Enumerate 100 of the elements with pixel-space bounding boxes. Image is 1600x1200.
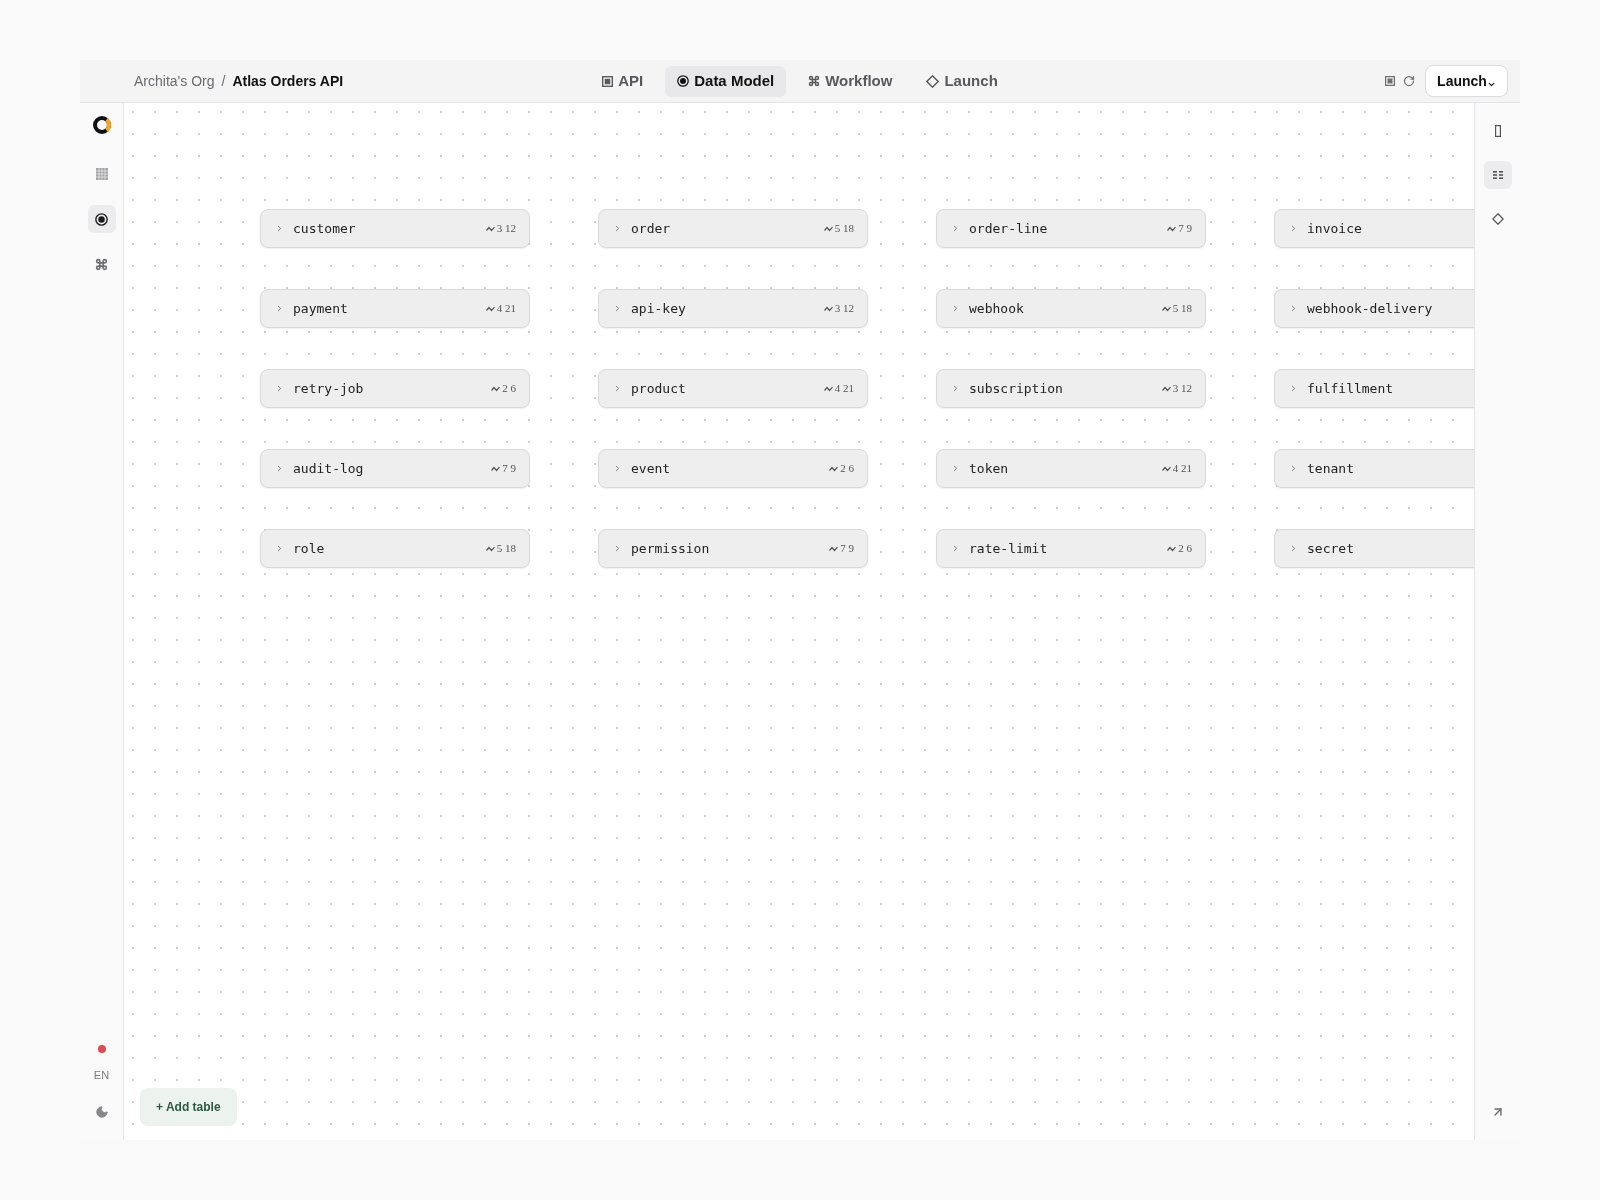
- table-name: audit-log: [293, 459, 364, 478]
- table-node[interactable]: webhook 5 18: [936, 289, 1206, 328]
- squiggle-icon: [823, 305, 833, 312]
- table-name: token: [969, 459, 1009, 478]
- moon-icon[interactable]: [94, 1105, 109, 1119]
- dash-grid-icon: [1492, 171, 1503, 179]
- table-name: order: [631, 219, 671, 238]
- relation-count: 3 12: [496, 221, 516, 237]
- relation-count: 2 6: [840, 461, 854, 477]
- chevron-right-icon[interactable]: [275, 224, 284, 233]
- chevron-down-icon: [1486, 80, 1496, 89]
- table-node[interactable]: permission 7 9: [598, 529, 868, 568]
- chevron-right-icon[interactable]: [1289, 304, 1298, 313]
- relation-count: 5 18: [1172, 301, 1192, 317]
- table-node[interactable]: order 5 18: [598, 209, 868, 248]
- chevron-right-icon[interactable]: [275, 304, 284, 313]
- chevron-right-icon[interactable]: [613, 224, 622, 233]
- radio-icon: [677, 75, 690, 87]
- relation-count: 7 9: [502, 461, 516, 477]
- table-node[interactable]: invoice: [1274, 209, 1474, 248]
- relation-count: 4 21: [1172, 461, 1192, 477]
- relation-count: 4 21: [834, 381, 854, 397]
- chevron-right-icon[interactable]: [275, 544, 284, 553]
- chevron-right-icon[interactable]: [951, 384, 960, 393]
- relation-count: 5 18: [496, 541, 516, 557]
- squiggle-icon: [485, 545, 495, 552]
- squiggle-icon: [485, 225, 495, 232]
- project-title: Atlas Orders API: [232, 71, 344, 91]
- table-node[interactable]: fulfillment: [1274, 369, 1474, 408]
- square-dot-icon[interactable]: [1385, 76, 1395, 86]
- chevron-right-icon[interactable]: [1289, 544, 1298, 553]
- add-table-button[interactable]: + Add table: [140, 1088, 237, 1126]
- nav-tab[interactable]: API: [590, 65, 656, 97]
- table-name: tenant: [1307, 459, 1354, 478]
- table-node[interactable]: order-line 7 9: [936, 209, 1206, 248]
- logo-icon[interactable]: [91, 115, 112, 135]
- breadcrumb-link[interactable]: Archita's Org: [134, 70, 215, 92]
- table-name: rate-limit: [969, 539, 1048, 558]
- chevron-right-icon[interactable]: [1289, 464, 1298, 473]
- table-node[interactable]: tenant: [1274, 449, 1474, 488]
- table-node[interactable]: product 4 21: [598, 369, 868, 408]
- table-node[interactable]: role 5 18: [260, 529, 530, 568]
- squiggle-icon: [1167, 545, 1177, 552]
- square-dot-icon: [602, 75, 614, 87]
- nav-tab[interactable]: Data Model: [665, 65, 787, 97]
- panel-button[interactable]: [1483, 161, 1512, 189]
- diamond-icon: [1491, 213, 1504, 225]
- chevron-right-icon[interactable]: [275, 464, 284, 473]
- squiggle-icon: [491, 465, 501, 472]
- chevron-right-icon[interactable]: [275, 384, 284, 393]
- table-node[interactable]: payment 4 21: [260, 289, 530, 328]
- table-name: product: [631, 379, 686, 398]
- language-button[interactable]: EN: [93, 1069, 110, 1082]
- relation-count: 3 12: [834, 301, 854, 317]
- table-node[interactable]: subscription 3 12: [936, 369, 1206, 408]
- chevron-right-icon[interactable]: [1289, 384, 1298, 393]
- table-node[interactable]: webhook-delivery: [1274, 289, 1474, 328]
- chevron-right-icon[interactable]: [613, 544, 622, 553]
- nav-tab[interactable]: Workflow: [796, 65, 905, 97]
- relation-count: 2 6: [502, 381, 516, 397]
- table-node[interactable]: event 2 6: [598, 449, 868, 488]
- table-node[interactable]: api-key 3 12: [598, 289, 868, 328]
- table-node[interactable]: customer 3 12: [260, 209, 530, 248]
- chevron-right-icon[interactable]: [951, 544, 960, 553]
- table-name: fulfillment: [1307, 379, 1394, 398]
- table-node[interactable]: token 4 21: [936, 449, 1206, 488]
- chevron-right-icon[interactable]: [951, 224, 960, 233]
- squiggle-icon: [1161, 385, 1171, 392]
- chevron-right-icon[interactable]: [613, 384, 622, 393]
- squiggle-icon: [485, 305, 495, 312]
- squiggle-icon: [829, 545, 839, 552]
- radio-icon: [95, 212, 108, 226]
- launch-button[interactable]: Launch: [1425, 65, 1508, 97]
- chevron-right-icon[interactable]: [613, 304, 622, 313]
- squiggle-icon: [829, 465, 839, 472]
- chevron-right-icon[interactable]: [951, 304, 960, 313]
- table-name: webhook-delivery: [1307, 299, 1433, 318]
- table-name: role: [293, 539, 325, 558]
- table-name: api-key: [631, 299, 686, 318]
- table-node[interactable]: secret: [1274, 529, 1474, 568]
- squiggle-icon: [1161, 465, 1171, 472]
- relation-count: 5 18: [834, 221, 854, 237]
- squiggle-icon: [1161, 305, 1171, 312]
- table-name: order-line: [969, 219, 1048, 238]
- squiggle-icon: [1167, 225, 1177, 232]
- table-node[interactable]: audit-log 7 9: [260, 449, 530, 488]
- rectangle-icon: [1494, 125, 1501, 137]
- chevron-right-icon[interactable]: [1289, 224, 1298, 233]
- table-node[interactable]: retry-job 2 6: [260, 369, 530, 408]
- table-name: payment: [293, 299, 348, 318]
- grid-icon: [95, 168, 108, 180]
- nav-tab[interactable]: Launch: [914, 65, 1010, 97]
- table-name: event: [631, 459, 671, 478]
- relation-count: 3 12: [1172, 381, 1192, 397]
- refresh-icon[interactable]: [1403, 75, 1415, 87]
- chevron-right-icon[interactable]: [951, 464, 960, 473]
- chevron-right-icon[interactable]: [613, 464, 622, 473]
- nav-button[interactable]: [87, 205, 116, 233]
- squiggle-icon: [823, 385, 833, 392]
- table-node[interactable]: rate-limit 2 6: [936, 529, 1206, 568]
